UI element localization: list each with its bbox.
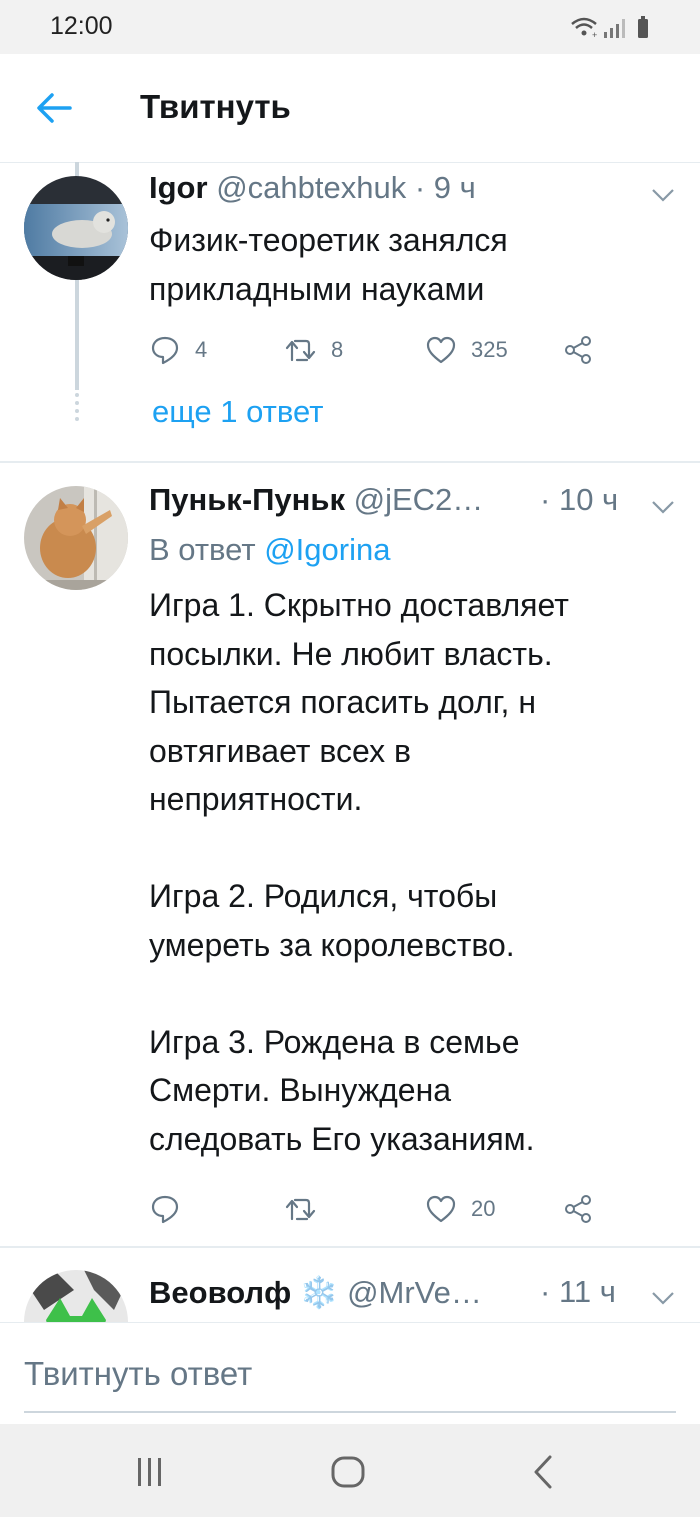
app-bar: Твитнуть (0, 54, 700, 163)
heart-icon (426, 336, 456, 364)
separator: · (540, 1274, 551, 1309)
author-handle[interactable]: @MrVe… (347, 1275, 482, 1310)
divider (0, 461, 700, 463)
separator: · (414, 170, 426, 205)
share-button[interactable] (562, 1189, 594, 1229)
retweet-count: 8 (331, 337, 344, 362)
tweet-meta: · 11 ч (540, 1274, 616, 1310)
author-name[interactable]: Igor (149, 170, 208, 205)
seal-photo (24, 176, 128, 280)
input-underline (24, 1411, 676, 1413)
avatar-punk-punk[interactable] (24, 486, 128, 590)
back-arrow-icon[interactable] (34, 90, 74, 126)
tweet-time: 9 ч (433, 170, 476, 205)
status-time: 12:00 (50, 12, 113, 40)
share-icon (565, 1195, 591, 1223)
reply-composer[interactable]: Твитнуть ответ (0, 1322, 700, 1423)
tweet-time: 11 ч (558, 1274, 616, 1309)
like-button[interactable]: 325 (425, 330, 508, 370)
retweet-icon (285, 1198, 316, 1221)
recent-apps-icon[interactable] (130, 1452, 170, 1492)
tweet-actions: 20 (149, 1189, 609, 1229)
tweet-text: Физик-теоретик занялся прикладными наука… (149, 222, 508, 307)
tweet-header: Пуньк-Пуньк @jEC2… (149, 482, 483, 518)
reply-prefix: В ответ (149, 532, 256, 567)
like-count: 325 (471, 337, 508, 362)
show-more-replies-link[interactable]: еще 1 ответ (152, 394, 323, 430)
reply-count: 4 (195, 337, 208, 362)
reply-icon (151, 336, 179, 365)
retweet-button[interactable] (285, 1189, 331, 1229)
avatar-igor[interactable] (24, 176, 128, 280)
cat-photo (24, 486, 128, 590)
reply-button[interactable] (149, 1189, 195, 1229)
like-button[interactable]: 20 (425, 1189, 495, 1229)
separator: · (540, 482, 551, 517)
author-name[interactable]: Пуньк-Пуньк (149, 482, 345, 517)
author-handle[interactable]: @cahbtexhuk (216, 170, 406, 205)
nav-back-icon[interactable] (524, 1452, 564, 1492)
thread-dots (75, 393, 79, 421)
system-nav-bar (0, 1424, 700, 1517)
reply-mention-link[interactable]: @Igorina (264, 532, 390, 567)
author-name[interactable]: Веоволф (149, 1275, 291, 1310)
in-reply-to: В ответ @Igorina (149, 532, 390, 568)
chevron-down-icon[interactable] (650, 499, 676, 515)
tweet-meta: · 10 ч (540, 482, 618, 518)
chevron-down-icon[interactable] (650, 187, 676, 203)
tweet-text: Игра 1. Скрытно доставляет посылки. Не л… (149, 587, 569, 1157)
system-status-icons: + (571, 16, 648, 40)
svg-text:+: + (592, 30, 597, 40)
snowflake-badge-icon: ❄️ (299, 1275, 339, 1310)
reply-input-placeholder[interactable]: Твитнуть ответ (24, 1355, 252, 1393)
tweet-time: 10 ч (558, 482, 619, 517)
share-button[interactable] (562, 330, 594, 370)
tweet-header: Igor @cahbtexhuk · 9 ч (149, 170, 476, 206)
page-title: Твитнуть (140, 88, 291, 125)
reply-icon (151, 1195, 179, 1224)
reply-button[interactable]: 4 (149, 330, 207, 370)
tweet-header: Веоволф ❄️ @MrVe… (149, 1274, 482, 1311)
share-icon (565, 336, 591, 364)
divider (0, 1246, 700, 1248)
home-icon[interactable] (328, 1452, 368, 1492)
retweet-icon (285, 339, 316, 362)
chevron-down-icon[interactable] (650, 1290, 676, 1306)
heart-icon (426, 1195, 456, 1223)
tweet-actions: 4 8 325 (149, 330, 609, 370)
author-handle[interactable]: @jEC2… (354, 482, 484, 517)
like-count: 20 (471, 1196, 496, 1221)
retweet-button[interactable]: 8 (285, 330, 343, 370)
status-bar: 12:00 + (0, 0, 700, 54)
